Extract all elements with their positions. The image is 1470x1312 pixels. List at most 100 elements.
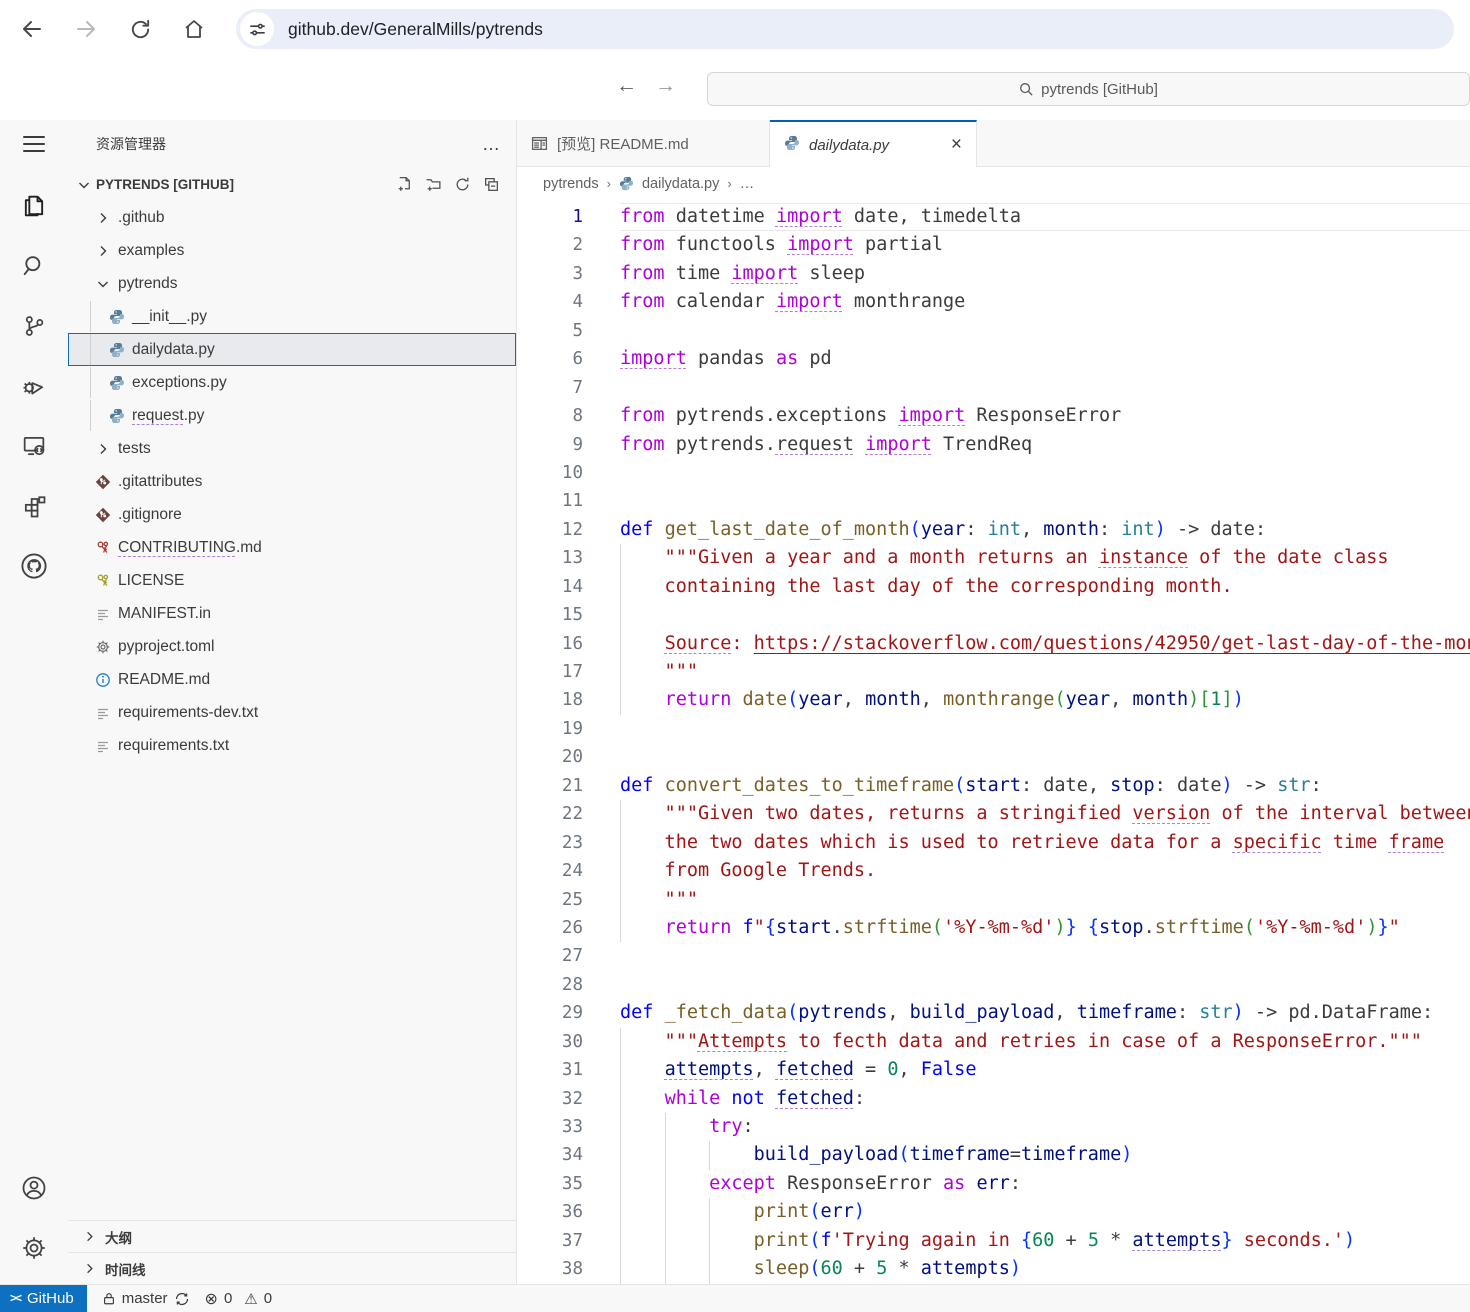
code-line-21[interactable]: 21def convert_dates_to_timeframe(start: … [517,772,1470,800]
code-line-23[interactable]: 23 the two dates which is used to retrie… [517,829,1470,857]
code-line-4[interactable]: 4from calendar import monthrange [517,288,1470,316]
tree-item-requirements-dev-txt[interactable]: requirements-dev.txt [68,696,516,729]
line-number: 7 [517,374,583,402]
tree-item-readme-md[interactable]: README.md [68,663,516,696]
code-line-5[interactable]: 5 [517,317,1470,345]
tree-item--gitignore[interactable]: .gitignore [68,498,516,531]
editor-back-icon[interactable]: ← [616,74,637,98]
tree-item--github[interactable]: .github [68,201,516,234]
explorer-more-actions-icon[interactable]: … [482,134,502,155]
source-control-icon[interactable] [0,296,68,356]
tree-item-requirements-txt[interactable]: requirements.txt [68,729,516,762]
code-line-33[interactable]: 33 try: [517,1113,1470,1141]
code-line-7[interactable]: 7 [517,374,1470,402]
browser-reload-icon[interactable] [120,9,160,49]
code-line-29[interactable]: 29def _fetch_data(pytrends, build_payloa… [517,999,1470,1027]
problems-indicator[interactable]: ⊗ 0 ⚠ 0 [205,1289,273,1309]
browser-address-bar[interactable]: github.dev/GeneralMills/pytrends [236,9,1454,49]
code-line-6[interactable]: 6import pandas as pd [517,345,1470,373]
editor-forward-icon[interactable]: → [655,74,676,98]
code-line-15[interactable]: 15 [517,601,1470,629]
code-line-28[interactable]: 28 [517,971,1470,999]
code-line-19[interactable]: 19 [517,715,1470,743]
browser-home-icon[interactable] [174,9,214,49]
search-view-icon[interactable] [0,236,68,296]
close-icon[interactable]: × [951,134,962,156]
settings-gear-icon[interactable] [0,1218,68,1278]
code-line-37[interactable]: 37 print(f'Trying again in {60 + 5 * att… [517,1227,1470,1255]
refresh-explorer-icon[interactable] [454,176,471,193]
code-line-34[interactable]: 34 build_payload(timeframe=timeframe) [517,1141,1470,1169]
code-line-30[interactable]: 30 """Attempts to fecth data and retries… [517,1028,1470,1056]
breadcrumb-item[interactable]: … [740,176,755,192]
code-line-18[interactable]: 18 return date(year, month, monthrange(y… [517,686,1470,714]
tree-item-pyproject-toml[interactable]: pyproject.toml [68,630,516,663]
account-icon[interactable] [0,1158,68,1218]
file-name: __init__.py [132,308,207,326]
code-line-27[interactable]: 27 [517,942,1470,970]
code-line-2[interactable]: 2from functools import partial [517,231,1470,259]
code-line-10[interactable]: 10 [517,459,1470,487]
code-line-22[interactable]: 22 """Given two dates, returns a stringi… [517,800,1470,828]
new-folder-icon[interactable] [425,176,442,193]
tree-item-manifest-in[interactable]: MANIFEST.in [68,597,516,630]
code-line-35[interactable]: 35 except ResponseError as err: [517,1170,1470,1198]
remote-indicator[interactable]: >< GitHub [0,1285,87,1312]
browser-back-icon[interactable] [12,9,52,49]
extensions-icon[interactable] [0,476,68,536]
code-line-17[interactable]: 17 """ [517,658,1470,686]
indent-guide [90,301,91,332]
tree-item-dailydata-py[interactable]: dailydata.py [68,333,516,366]
code-line-16[interactable]: 16 Source: https://stackoverflow.com/que… [517,630,1470,658]
code-line-11[interactable]: 11 [517,487,1470,515]
timeline-section[interactable]: 时间线 [68,1252,516,1284]
tree-item--init-py[interactable]: __init__.py [68,300,516,333]
python-file-icon [619,176,634,191]
explorer-section-header[interactable]: PYTRENDS [GITHUB] [68,168,516,201]
collapse-folders-icon[interactable] [483,176,500,193]
code-line-12[interactable]: 12def get_last_date_of_month(year: int, … [517,516,1470,544]
new-file-icon[interactable] [396,176,413,193]
site-settings-icon[interactable] [240,12,274,46]
code-line-20[interactable]: 20 [517,743,1470,771]
code-line-36[interactable]: 36 print(err) [517,1198,1470,1226]
file-name: .gitignore [118,506,182,524]
line-content: return date(year, month, monthrange(year… [620,686,1470,714]
remote-explorer-icon[interactable] [0,416,68,476]
tab-readme-preview[interactable]: [预览] README.md [517,120,770,166]
tree-item-exceptions-py[interactable]: exceptions.py [68,366,516,399]
github-icon[interactable] [0,536,68,596]
browser-forward-icon[interactable] [66,9,106,49]
tree-item--gitattributes[interactable]: .gitattributes [68,465,516,498]
code-line-8[interactable]: 8from pytrends.exceptions import Respons… [517,402,1470,430]
code-line-14[interactable]: 14 containing the last day of the corres… [517,573,1470,601]
line-content: """Given a year and a month returns an i… [620,544,1470,572]
breadcrumb-item[interactable]: dailydata.py [642,176,719,192]
code-line-24[interactable]: 24 from Google Trends. [517,857,1470,885]
command-center-search[interactable]: pytrends [GitHub] [707,72,1470,106]
code-line-32[interactable]: 32 while not fetched: [517,1085,1470,1113]
breadcrumb-item[interactable]: pytrends [543,176,599,192]
explorer-icon[interactable] [0,176,68,236]
run-debug-icon[interactable] [0,356,68,416]
menu-hamburger-icon[interactable] [0,120,68,168]
tree-item-contributing-md[interactable]: CONTRIBUTING.md [68,531,516,564]
tree-item-tests[interactable]: tests [68,432,516,465]
code-line-38[interactable]: 38 sleep(60 + 5 * attempts) [517,1255,1470,1283]
file-name: .github [118,209,165,227]
code-line-13[interactable]: 13 """Given a year and a month returns a… [517,544,1470,572]
code-line-3[interactable]: 3from time import sleep [517,260,1470,288]
code-editor[interactable]: 1from datetime import date, timedelta2fr… [517,200,1470,1284]
code-line-9[interactable]: 9from pytrends.request import TrendReq [517,431,1470,459]
branch-indicator[interactable]: master [102,1290,190,1307]
code-line-26[interactable]: 26 return f"{start.strftime('%Y-%m-%d')}… [517,914,1470,942]
tree-item-request-py[interactable]: request.py [68,399,516,432]
tab-dailydata[interactable]: dailydata.py × [770,120,977,168]
tree-item-pytrends[interactable]: pytrends [68,267,516,300]
outline-section[interactable]: 大纲 [68,1220,516,1252]
tree-item-examples[interactable]: examples [68,234,516,267]
code-line-1[interactable]: 1from datetime import date, timedelta [517,203,1470,231]
code-line-31[interactable]: 31 attempts, fetched = 0, False [517,1056,1470,1084]
code-line-25[interactable]: 25 """ [517,886,1470,914]
tree-item-license[interactable]: LICENSE [68,564,516,597]
